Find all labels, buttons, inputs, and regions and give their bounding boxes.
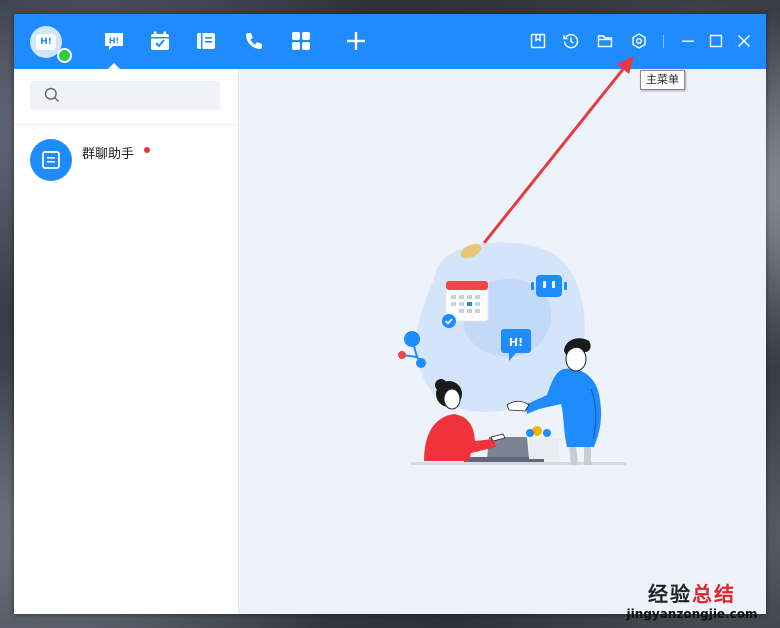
app-window: H! H! 群聊助手 H!: [14, 14, 766, 614]
search-box[interactable]: [30, 81, 220, 110]
phone-icon: [246, 33, 262, 49]
robot-graphic: [531, 275, 567, 297]
tab-phone[interactable]: [241, 28, 267, 54]
close-button[interactable]: [735, 32, 753, 50]
close-icon: [738, 35, 750, 47]
site-watermark: 经验总结 jingyanzongjie.com: [612, 578, 772, 621]
online-status-dot: [57, 48, 72, 63]
tab-calendar[interactable]: [147, 28, 173, 54]
calendar-check-icon: [151, 31, 169, 50]
toolbar-divider: [663, 35, 664, 48]
search-icon: [44, 87, 59, 102]
app-logo: H!: [36, 34, 56, 50]
main-menu-button[interactable]: [630, 32, 648, 50]
empty-state-illustration: H!: [398, 242, 626, 465]
document-icon: [197, 33, 215, 49]
watermark-url: jingyanzongjie.com: [626, 607, 758, 621]
main-content-area: H!: [239, 69, 766, 614]
calendar-graphic: [442, 280, 489, 328]
conversation-item[interactable]: 群聊助手: [14, 130, 238, 190]
plus-icon: [347, 32, 365, 50]
group-assistant-icon: [42, 151, 60, 169]
conversation-name: 群聊助手: [82, 147, 135, 162]
conversation-avatar: [30, 139, 72, 181]
folder-button[interactable]: [596, 32, 614, 50]
tab-messages[interactable]: H!: [101, 28, 127, 54]
history-button[interactable]: [562, 32, 580, 50]
tab-docs[interactable]: [193, 28, 219, 54]
watermark-title-b: 总结: [692, 582, 736, 606]
settings-icon: [632, 33, 646, 49]
title-bar: H! H!: [14, 14, 766, 69]
maximize-icon: [709, 34, 723, 48]
svg-text:H!: H!: [109, 37, 119, 46]
search-input[interactable]: [68, 85, 212, 107]
maximize-button[interactable]: [707, 32, 725, 50]
minimize-icon: [682, 40, 694, 42]
bookmark-icon: [530, 33, 546, 49]
folder-icon: [597, 35, 613, 48]
bookmark-button[interactable]: [529, 32, 547, 50]
svg-text:H!: H!: [509, 336, 523, 349]
conversation-sidebar: 群聊助手: [14, 69, 239, 614]
watermark-title-a: 经验: [648, 582, 692, 606]
unread-dot: [144, 147, 150, 153]
main-menu-tooltip: 主菜单: [640, 70, 685, 90]
watermark-title: 经验总结: [612, 578, 772, 607]
tab-add[interactable]: [343, 28, 369, 54]
grid-icon: [292, 32, 310, 50]
tab-apps[interactable]: [288, 28, 314, 54]
minimize-button[interactable]: [679, 32, 697, 50]
chat-bubble-icon: H!: [105, 33, 123, 50]
divider: [14, 124, 238, 125]
history-icon: [563, 33, 579, 49]
